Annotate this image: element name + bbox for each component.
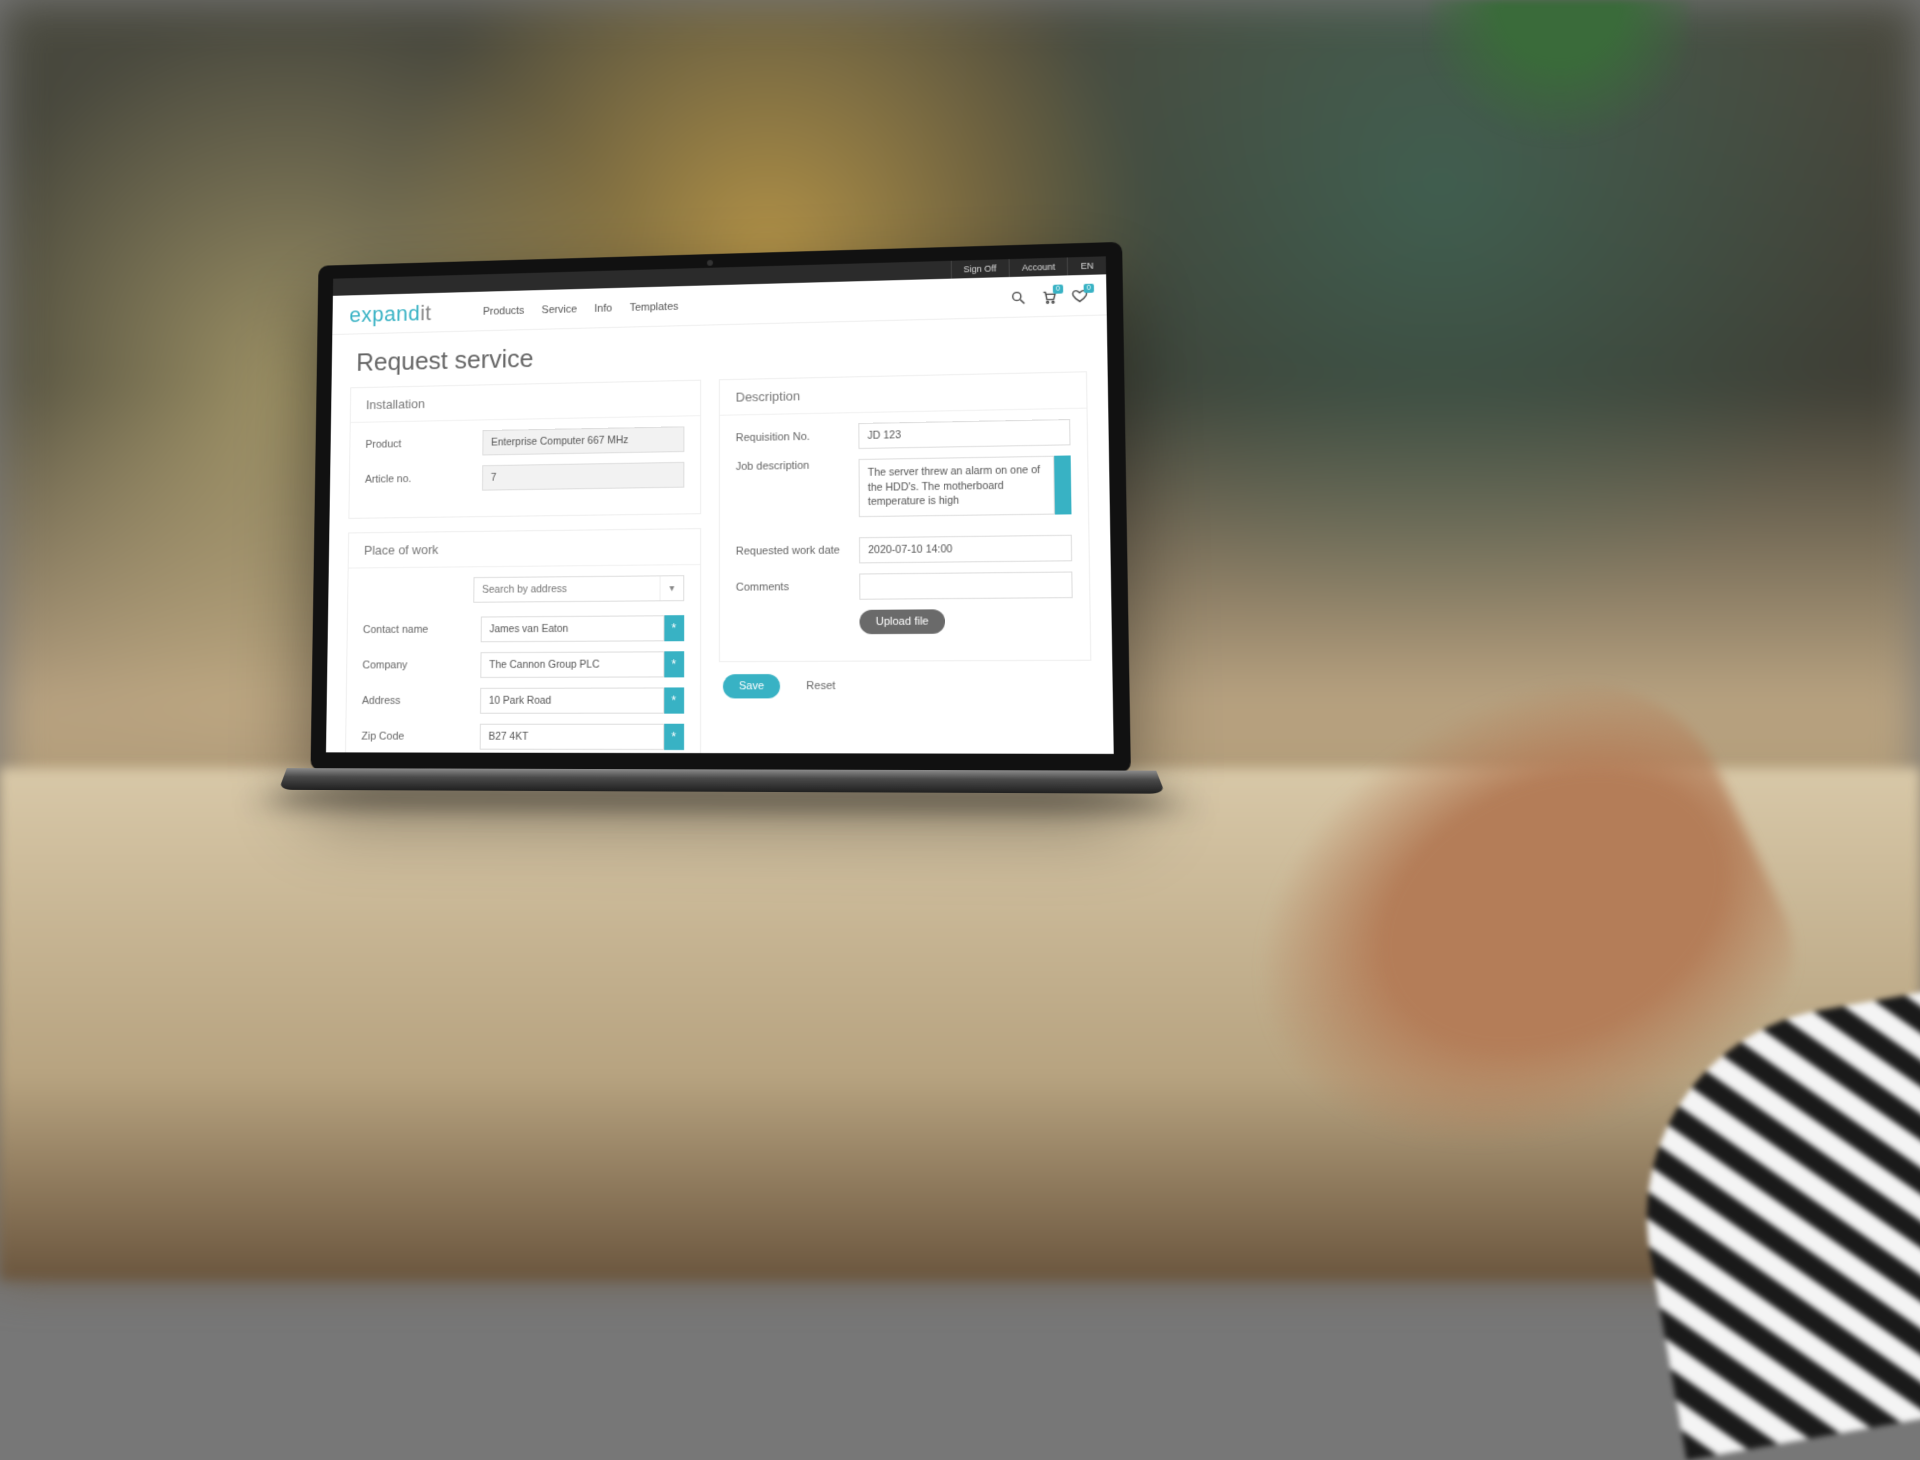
required-indicator: *	[664, 687, 684, 713]
logo-part2: it	[420, 301, 432, 325]
app-screen: Sign Off Account EN expandit Products Se…	[326, 256, 1114, 754]
nav-templates[interactable]: Templates	[630, 301, 679, 314]
product-field	[482, 426, 684, 455]
main-nav: Products Service Info Templates	[483, 301, 679, 318]
zip-label: Zip Code	[361, 731, 472, 743]
installation-card: Installation Product Article no.	[348, 380, 701, 519]
logo-part1: expand	[349, 301, 420, 327]
nav-info[interactable]: Info	[594, 303, 612, 315]
place-heading: Place of work	[349, 529, 700, 568]
logo[interactable]: expandit	[349, 301, 431, 328]
header-icons: 0 0	[1010, 288, 1088, 306]
reset-button[interactable]: Reset	[790, 674, 851, 699]
comments-field[interactable]	[859, 572, 1072, 600]
nav-products[interactable]: Products	[483, 305, 525, 318]
address-search[interactable]: ▾	[473, 575, 684, 603]
product-label: Product	[365, 437, 474, 451]
contact-field[interactable]	[481, 615, 665, 642]
requisition-field[interactable]	[858, 419, 1070, 449]
job-description-field[interactable]	[859, 456, 1055, 517]
required-indicator: *	[664, 615, 684, 641]
chevron-down-icon[interactable]: ▾	[660, 576, 684, 600]
contact-label: Contact name	[363, 624, 473, 636]
upload-file-button[interactable]: Upload file	[859, 609, 945, 634]
requisition-label: Requisition No.	[736, 430, 851, 444]
required-indicator: *	[664, 651, 684, 677]
wishlist-icon[interactable]: 0	[1071, 288, 1088, 304]
article-field	[482, 462, 684, 491]
nav-service[interactable]: Service	[542, 304, 577, 317]
language-link[interactable]: EN	[1067, 256, 1106, 275]
description-card: Description Requisition No. Job descript…	[719, 371, 1091, 662]
company-field[interactable]	[480, 651, 664, 678]
job-description-label: Job description	[736, 459, 851, 473]
signoff-link[interactable]: Sign Off	[950, 259, 1008, 279]
save-button[interactable]: Save	[723, 674, 780, 698]
comments-label: Comments	[736, 581, 851, 594]
place-of-work-card: Place of work ▾ Contact name *	[344, 528, 701, 754]
cart-icon[interactable]: 0	[1041, 289, 1058, 305]
address-field[interactable]	[480, 687, 664, 713]
work-date-field[interactable]	[859, 535, 1072, 564]
cart-badge: 0	[1053, 285, 1063, 294]
account-link[interactable]: Account	[1009, 257, 1068, 277]
required-indicator: *	[664, 724, 684, 750]
textarea-scrollbar[interactable]	[1054, 455, 1071, 514]
address-search-input[interactable]	[474, 576, 659, 601]
wishlist-badge: 0	[1084, 284, 1094, 293]
zip-field[interactable]	[480, 724, 665, 750]
form-actions: Save Reset	[719, 661, 1092, 711]
company-label: Company	[362, 659, 472, 671]
search-icon[interactable]	[1010, 290, 1027, 306]
address-label: Address	[362, 695, 473, 707]
work-date-label: Requested work date	[736, 544, 851, 557]
article-label: Article no.	[365, 472, 475, 485]
